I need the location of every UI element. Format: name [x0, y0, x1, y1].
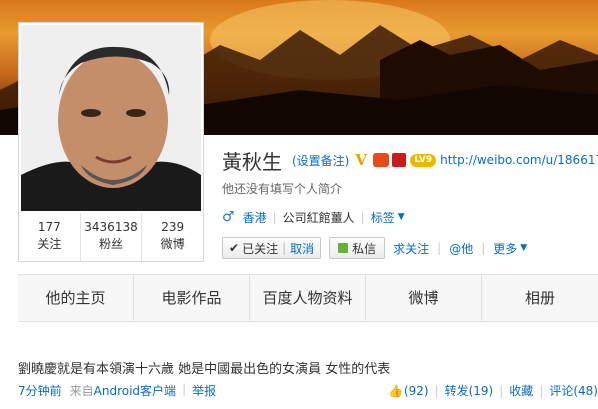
profile-action-row: ✔ 已关注 | 取消 私信 求关注 | @他 | 更多 ▼ — [222, 236, 527, 260]
stat-following[interactable]: 177 关注 — [19, 213, 81, 261]
post-text: 劉曉慶就是有本領演十六歲 她是中國最出色的女演員 女性的代表 — [18, 362, 391, 377]
avatar-portrait — [21, 25, 201, 211]
male-icon: ♂ — [222, 209, 235, 225]
separator: | — [437, 241, 442, 255]
tab-films[interactable]: 电影作品 — [134, 275, 250, 321]
message-label: 私信 — [352, 241, 377, 256]
stat-followers[interactable]: 3436138 粉丝 — [81, 213, 143, 261]
favorite-link[interactable]: 收藏 — [509, 382, 533, 399]
stat-followers-count: 3436138 — [84, 220, 138, 234]
stat-weibo-count: 239 — [161, 220, 185, 234]
message-button[interactable]: 私信 — [329, 237, 386, 259]
cancel-follow-link[interactable]: 取消 — [290, 240, 314, 257]
level-badge[interactable]: LV9 — [410, 153, 437, 167]
tags-link[interactable]: 标签 — [371, 209, 395, 226]
tab-baidu-profile[interactable]: 百度人物资料 — [250, 275, 366, 321]
tab-home[interactable]: 他的主页 — [18, 275, 134, 321]
message-icon — [338, 243, 349, 253]
member-icon[interactable] — [392, 153, 407, 167]
post-actions: 👍 (92) | 转发(19) | 收藏 | 评论(48) — [388, 382, 598, 399]
report-link[interactable]: 举报 — [192, 382, 216, 399]
location-link[interactable]: 香港 — [243, 209, 267, 226]
stat-weibo[interactable]: 239 微博 — [142, 213, 203, 261]
followed-label: 已关注 — [242, 241, 279, 256]
stat-followers-label: 粉丝 — [99, 237, 124, 251]
forward-link[interactable]: 转发(19) — [445, 382, 494, 399]
verified-icon[interactable]: V — [355, 152, 371, 168]
post-source-link[interactable]: Android客户端 — [94, 382, 176, 399]
profile-tabs: 他的主页 电影作品 百度人物资料 微博 相册 — [18, 274, 598, 322]
stat-following-label: 关注 — [37, 237, 62, 251]
profile-intro: 他还没有填写个人简介 — [222, 182, 343, 196]
separator: | — [499, 383, 504, 398]
profile-card: 177 关注 3436138 粉丝 239 微博 — [18, 22, 204, 262]
stat-weibo-label: 微博 — [160, 237, 185, 251]
check-icon: ✔ — [229, 241, 240, 255]
like-link[interactable]: (92) — [404, 384, 429, 398]
post-meta-left: 7分钟前 来自 Android客户端 | 举报 — [18, 382, 216, 399]
separator: | — [360, 210, 365, 224]
profile-stats: 177 关注 3436138 粉丝 239 微博 — [19, 213, 203, 261]
separator: | — [272, 210, 277, 224]
chevron-down-icon[interactable]: ▼ — [398, 212, 405, 222]
post-time-link[interactable]: 7分钟前 — [18, 382, 62, 399]
separator: | — [539, 383, 544, 398]
separator: | — [182, 382, 187, 396]
stat-following-count: 177 — [37, 220, 61, 234]
separator: | — [481, 241, 486, 255]
profile-meta-row: ♂ 香港 | 公司紅館薑人 | 标签 ▼ — [222, 209, 405, 225]
at-him-link[interactable]: @他 — [449, 240, 473, 257]
profile-name: 黃秋生 — [222, 149, 282, 174]
comment-link[interactable]: 评论(48) — [549, 382, 598, 399]
profile-name-row: 黃秋生 (设置备注) V LV9 http://weibo.com/u/1866… — [222, 147, 598, 174]
chevron-down-icon[interactable]: ▼ — [520, 243, 527, 253]
thumbs-up-icon[interactable]: 👍 — [388, 384, 403, 398]
profile-url-link[interactable]: http://weibo.com/u/186617902 — [440, 153, 598, 167]
crown-icon[interactable] — [373, 153, 390, 167]
set-remark-link[interactable]: (设置备注) — [292, 152, 349, 169]
tab-album[interactable]: 相册 — [482, 275, 598, 321]
post-source-prefix: 来自 — [69, 384, 94, 398]
tab-weibo[interactable]: 微博 — [366, 275, 482, 321]
more-link[interactable]: 更多 — [493, 240, 517, 257]
avatar[interactable] — [21, 25, 201, 211]
ask-follow-link[interactable]: 求关注 — [393, 240, 429, 257]
separator: | — [434, 383, 439, 398]
post-meta: 7分钟前 来自 Android客户端 | 举报 👍 (92) | 转发(19) … — [18, 382, 598, 398]
separator: | — [282, 241, 287, 255]
company-text: 公司紅館薑人 — [282, 210, 355, 225]
followed-button[interactable]: ✔ 已关注 | 取消 — [222, 237, 322, 259]
